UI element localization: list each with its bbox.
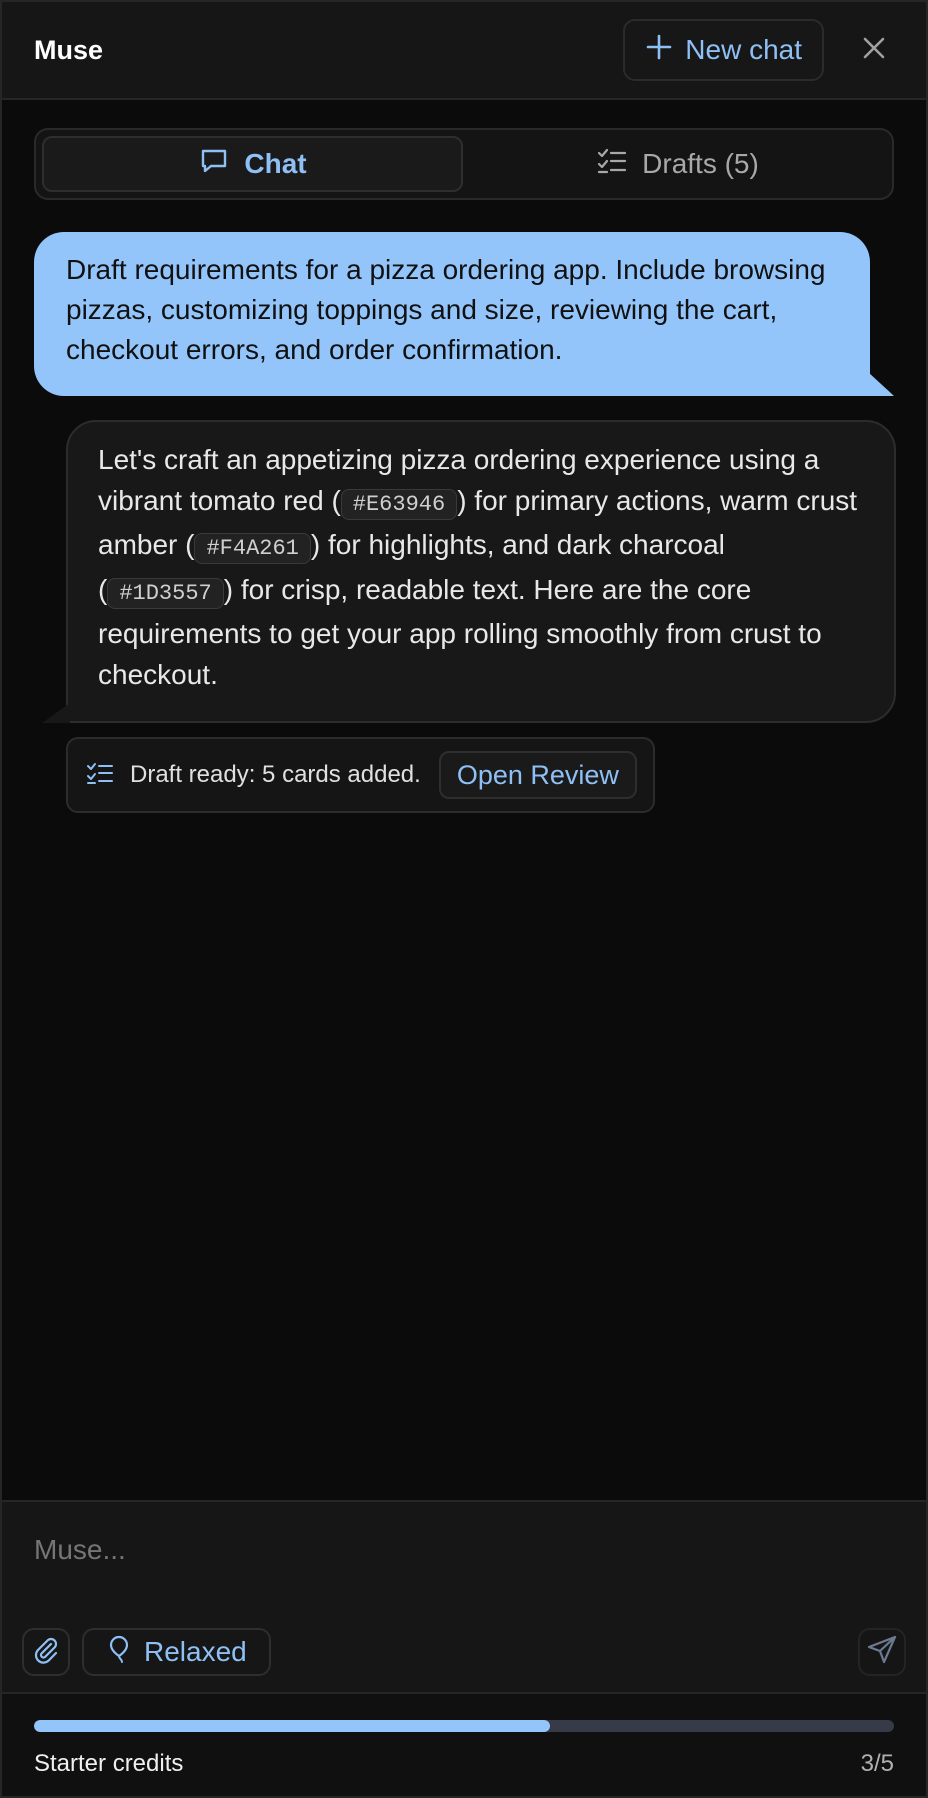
new-chat-button[interactable]: New chat xyxy=(623,19,824,81)
close-button[interactable] xyxy=(854,30,894,70)
plus-icon xyxy=(645,33,673,68)
mode-label: Relaxed xyxy=(144,1636,247,1667)
close-icon xyxy=(861,35,887,66)
color-code-chip: #F4A261 xyxy=(194,533,311,564)
attach-button[interactable] xyxy=(22,1628,70,1676)
chat-body: Chat Drafts (5) Draft requirements for a… xyxy=(2,100,926,1500)
tab-chat-label: Chat xyxy=(244,148,307,179)
open-review-button[interactable]: Open Review xyxy=(438,751,637,799)
mode-selector-button[interactable]: Relaxed xyxy=(82,1628,271,1676)
user-message: Draft requirements for a pizza ordering … xyxy=(34,232,894,396)
assistant-message: Let's craft an appetizing pizza ordering… xyxy=(42,420,896,723)
send-icon xyxy=(866,1634,898,1671)
tab-drafts[interactable]: Drafts (5) xyxy=(469,136,886,192)
checklist-icon xyxy=(86,759,114,792)
paperclip-icon xyxy=(31,1635,61,1670)
credits-progress-fill xyxy=(34,1720,550,1732)
user-message-text: Draft requirements for a pizza ordering … xyxy=(66,254,826,365)
draft-ready-label: Draft ready: 5 cards added. xyxy=(130,761,421,788)
tab-drafts-label: Drafts (5) xyxy=(642,148,759,179)
muse-panel: Muse New chat Chat Drafts (5) Draft requ… xyxy=(0,0,928,1798)
tab-chat[interactable]: Chat xyxy=(42,136,463,192)
message-input[interactable] xyxy=(34,1534,894,1566)
draft-ready-card: Draft ready: 5 cards added. Open Review xyxy=(66,737,655,813)
composer: Relaxed xyxy=(2,1500,926,1692)
credits-footer: Starter credits 3/5 xyxy=(2,1692,926,1796)
app-title: Muse xyxy=(34,34,104,65)
credits-progress-bar xyxy=(34,1720,894,1732)
color-code-chip: #E63946 xyxy=(340,488,458,520)
balloon-icon xyxy=(106,1634,132,1671)
credits-label: Starter credits xyxy=(34,1750,184,1777)
chat-bubble-icon xyxy=(198,145,230,184)
send-button[interactable] xyxy=(858,1628,906,1676)
header: Muse New chat xyxy=(2,2,926,100)
checklist-icon xyxy=(596,145,628,184)
new-chat-label: New chat xyxy=(685,34,802,65)
color-code-chip: #1D3557 xyxy=(107,577,224,609)
tab-bar: Chat Drafts (5) xyxy=(34,128,894,200)
credits-count: 3/5 xyxy=(860,1750,894,1777)
